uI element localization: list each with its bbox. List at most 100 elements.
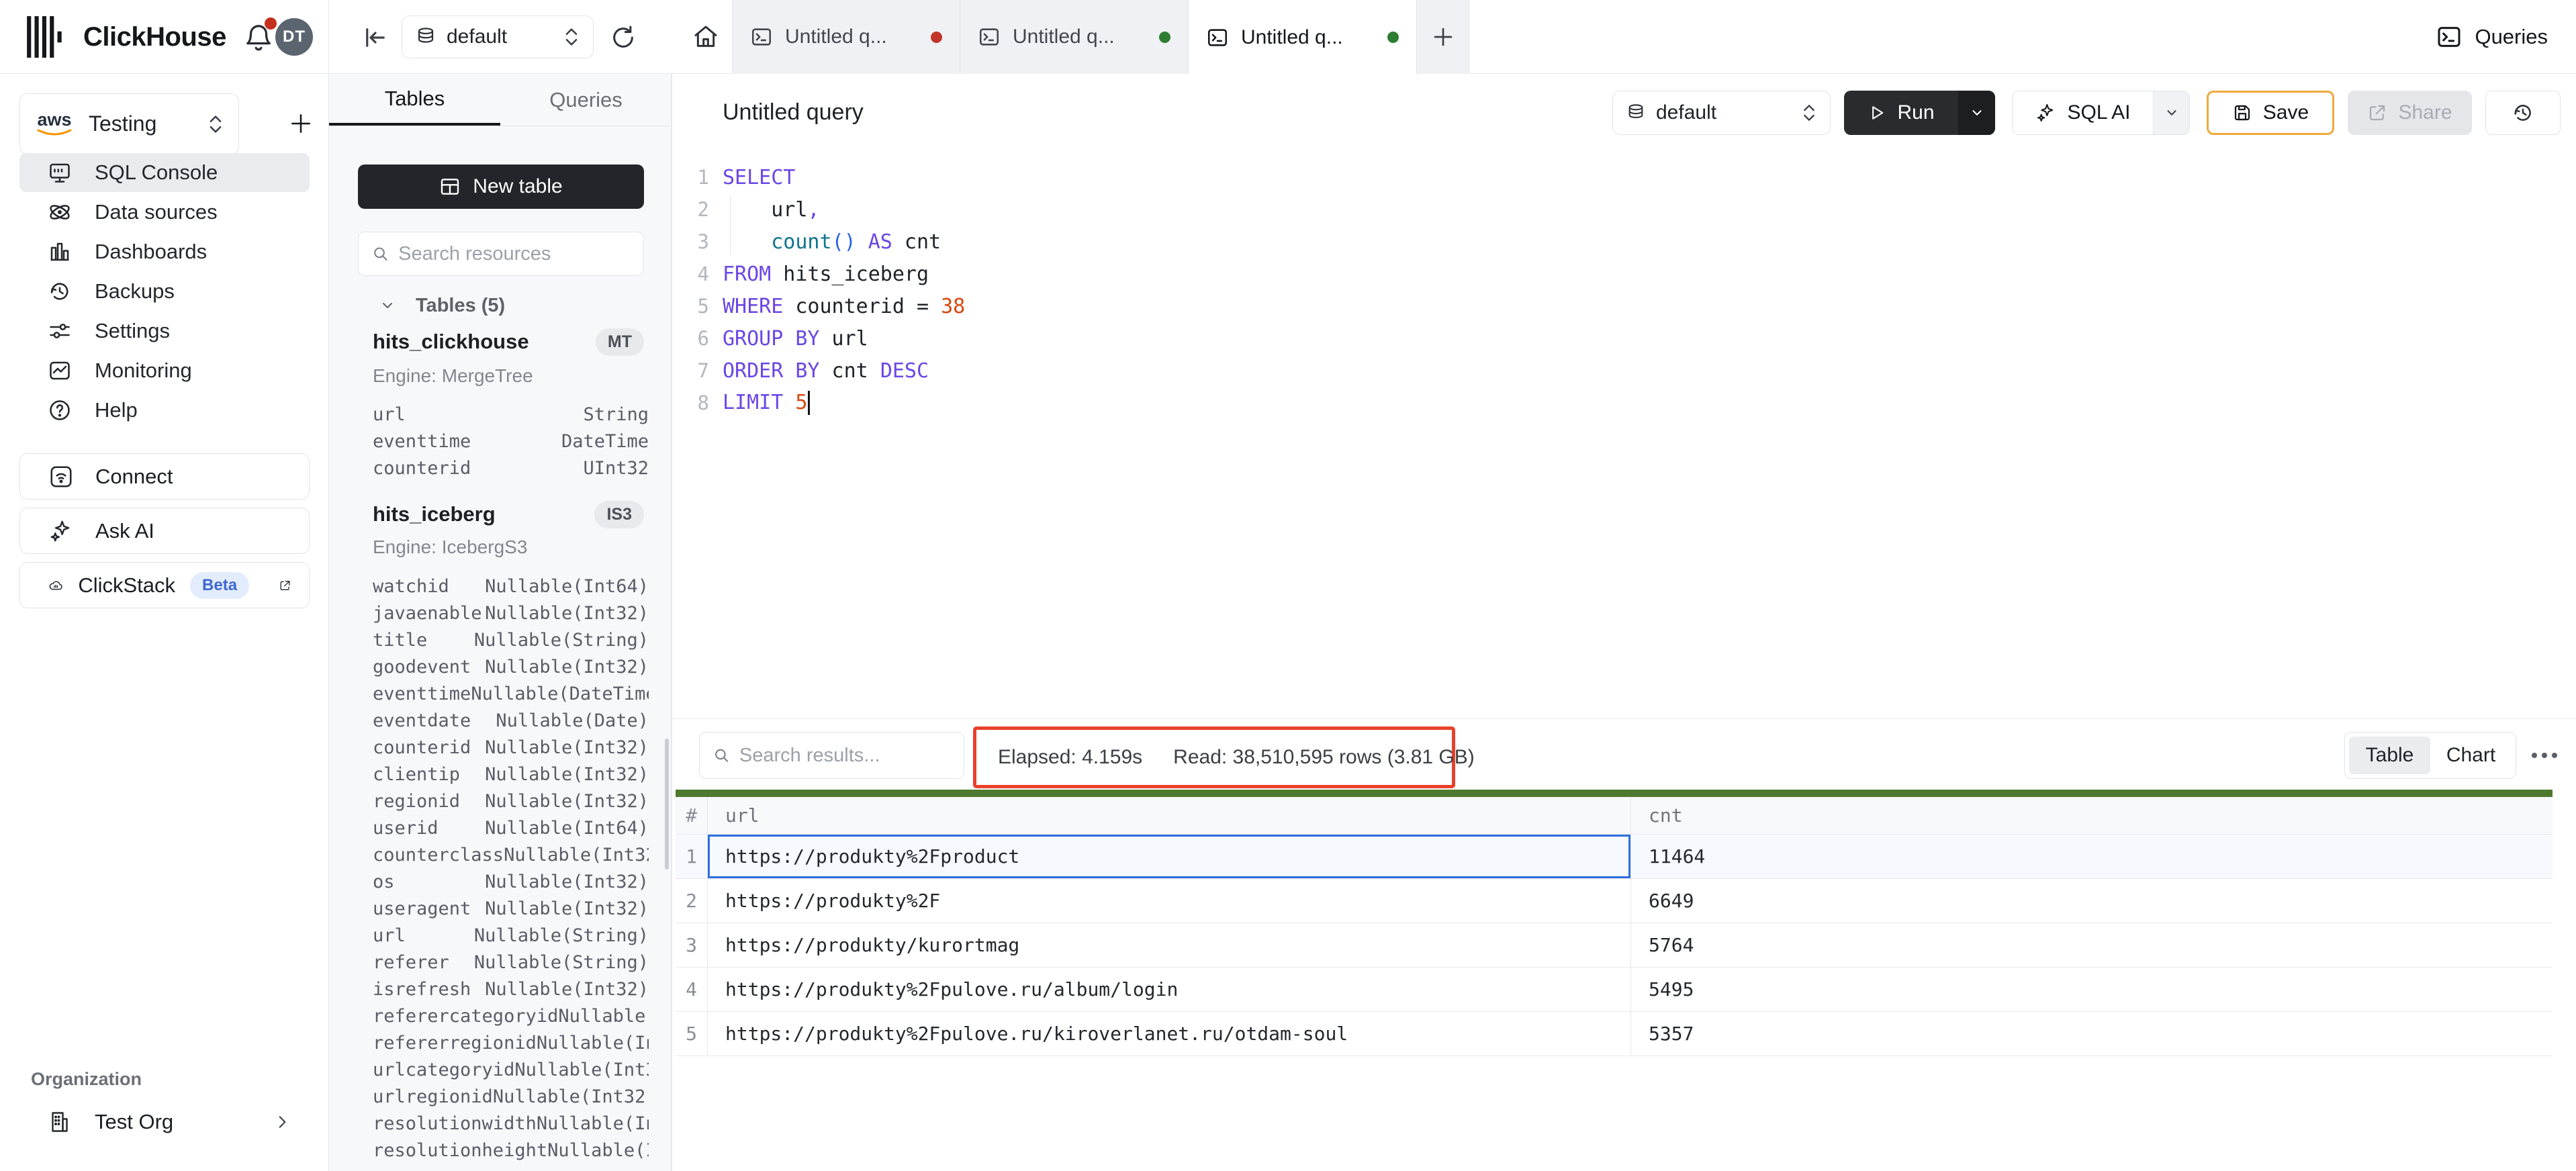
scrollbar-thumb[interactable] [665, 739, 669, 870]
table-icon [439, 176, 461, 197]
table-row[interactable]: 3https://produkty/kurortmag5764 [676, 923, 2552, 968]
sidebar-item-monitoring[interactable]: Monitoring [19, 351, 310, 390]
tab-tables[interactable]: Tables [329, 74, 500, 126]
collapse-panel-icon[interactable] [360, 22, 391, 53]
table-row[interactable]: 4https://produkty%2Fpulove.ru/album/logi… [676, 968, 2552, 1012]
column-header-index[interactable]: # [676, 797, 708, 834]
sidebar-item-help[interactable]: Help [19, 391, 310, 430]
table-row[interactable]: 5https://produkty%2Fpulove.ru/kiroverlan… [676, 1012, 2552, 1056]
column-row: clientipNullable(Int32) [373, 761, 649, 788]
sidebar-item-label: Backups [95, 279, 175, 303]
sql-console-icon [48, 160, 72, 185]
add-service-button[interactable] [279, 102, 322, 145]
clickstack-button[interactable]: ClickStack Beta [19, 562, 310, 608]
query-title[interactable]: Untitled query [723, 99, 864, 126]
view-table-button[interactable]: Table [2349, 737, 2430, 774]
table-entry-hits-clickhouse[interactable]: hits_clickhouse MT [373, 327, 644, 357]
tab-queries[interactable]: Queries [500, 74, 672, 126]
view-chart-button[interactable]: Chart [2430, 737, 2512, 774]
sidebar-item-backups[interactable]: Backups [19, 272, 310, 311]
results-more-menu[interactable] [2524, 732, 2565, 779]
code-line[interactable]: 1SELECT [672, 161, 1747, 193]
search-resources-input[interactable] [398, 243, 630, 265]
query-history-button[interactable] [2485, 91, 2561, 135]
table-row[interactable]: 1https://produkty%2Fproduct11464 [676, 835, 2552, 879]
org-name: Test Org [95, 1110, 173, 1134]
sidebar-item-data-sources[interactable]: Data sources [19, 193, 310, 232]
data-sources-icon [48, 200, 72, 224]
code-line[interactable]: 8LIMIT 5 [672, 387, 1747, 419]
sql-ai-options-button[interactable] [2153, 91, 2189, 134]
organization-icon [48, 1110, 72, 1134]
column-row: osNullable(Int32) [373, 868, 649, 895]
home-icon[interactable] [684, 0, 728, 74]
results-view-toggle: Table Chart [2344, 732, 2516, 779]
query-stats-highlight: Elapsed: 4.159s Read: 38,510,595 rows (3… [973, 727, 1455, 788]
database-selector[interactable]: default [402, 15, 594, 58]
code-line[interactable]: 4FROM hits_iceberg [672, 258, 1747, 290]
column-row: refererregionidNullable(Int [373, 1029, 649, 1056]
new-table-label: New table [473, 175, 562, 198]
tab-untitled-query-2[interactable]: Untitled q... [960, 0, 1189, 74]
sidebar-item-dashboards[interactable]: Dashboards [19, 232, 310, 271]
divider [672, 718, 2576, 719]
clickstack-icon [48, 572, 63, 599]
column-row: urlNullable(String) [373, 922, 649, 949]
engine-badge: IS3 [594, 501, 644, 528]
column-row: eventdateNullable(Date) [373, 707, 649, 734]
ask-ai-button[interactable]: Ask AI [19, 508, 310, 554]
code-line[interactable]: 5WHERE counterid = 38 [672, 290, 1747, 322]
sql-editor[interactable]: 1SELECT2 url,3 count() AS cnt4FROM hits_… [672, 161, 1747, 419]
code-line[interactable]: 7ORDER BY cnt DESC [672, 355, 1747, 387]
tables-group-header[interactable]: Tables (5) [329, 292, 672, 319]
sql-ai-button[interactable]: SQL AI [2012, 91, 2190, 135]
editor-database-selector[interactable]: default [1612, 91, 1831, 135]
column-row: urlregionidNullable(Int32) [373, 1083, 649, 1110]
monitoring-icon [48, 359, 72, 383]
dashboards-icon [48, 240, 72, 264]
search-results-field[interactable] [699, 732, 964, 779]
play-icon [1868, 103, 1886, 122]
sparkles-icon [2035, 102, 2057, 124]
tab-untitled-query-1[interactable]: Untitled q... [732, 0, 960, 74]
new-tab-button[interactable] [1417, 0, 1469, 74]
column-row: useragentNullable(Int32) [373, 895, 649, 922]
table-row[interactable]: 2https://produkty%2F6649 [676, 879, 2552, 923]
refresh-icon[interactable] [606, 21, 640, 54]
sidebar-item-label: Settings [95, 319, 170, 343]
query-success-bar [676, 790, 2552, 797]
share-button: Share [2348, 91, 2472, 135]
column-row: refererNullable(String) [373, 949, 649, 976]
column-header-url[interactable]: url [708, 797, 1631, 834]
sidebar-item-settings[interactable]: Settings [19, 312, 310, 350]
code-line[interactable]: 3 count() AS cnt [672, 226, 1747, 258]
connect-button[interactable]: Connect [19, 453, 310, 500]
column-row: titleNullable(String) [373, 626, 649, 653]
service-selector[interactable]: aws Testing [19, 93, 239, 154]
code-line[interactable]: 2 url, [672, 193, 1747, 226]
search-results-input[interactable] [739, 745, 950, 767]
new-table-button[interactable]: New table [358, 165, 644, 209]
column-row: watchidNullable(Int64) [373, 573, 649, 600]
chevron-updown-icon [1802, 102, 1816, 124]
queries-button[interactable]: Queries [2436, 0, 2548, 74]
code-line[interactable]: 6GROUP BY url [672, 322, 1747, 355]
sidebar-item-label: Data sources [95, 200, 218, 224]
table-entry-hits-iceberg[interactable]: hits_iceberg IS3 [373, 500, 644, 529]
save-button[interactable]: Save [2207, 91, 2334, 135]
sidebar-nav: SQL Console Data sources Dashboards Back… [0, 153, 329, 430]
column-row: counterclassNullable(Int32) [373, 841, 649, 868]
notifications-bell-icon[interactable] [243, 21, 275, 54]
user-avatar[interactable]: DT [275, 18, 313, 56]
column-header-cnt[interactable]: cnt [1631, 797, 2552, 834]
sidebar-item-test-org[interactable]: Test Org [19, 1103, 310, 1141]
notification-dot [265, 17, 277, 30]
sidebar-item-sql-console[interactable]: SQL Console [19, 153, 310, 192]
clickhouse-logo-icon [24, 15, 68, 59]
aws-logo: aws [35, 111, 74, 137]
search-resources-field[interactable] [358, 232, 644, 276]
run-options-button[interactable] [1958, 91, 1995, 135]
tab-untitled-query-3-active[interactable]: Untitled q... [1189, 0, 1417, 75]
run-button[interactable]: Run [1844, 91, 1995, 135]
sidebar-item-label: Dashboards [95, 240, 207, 264]
